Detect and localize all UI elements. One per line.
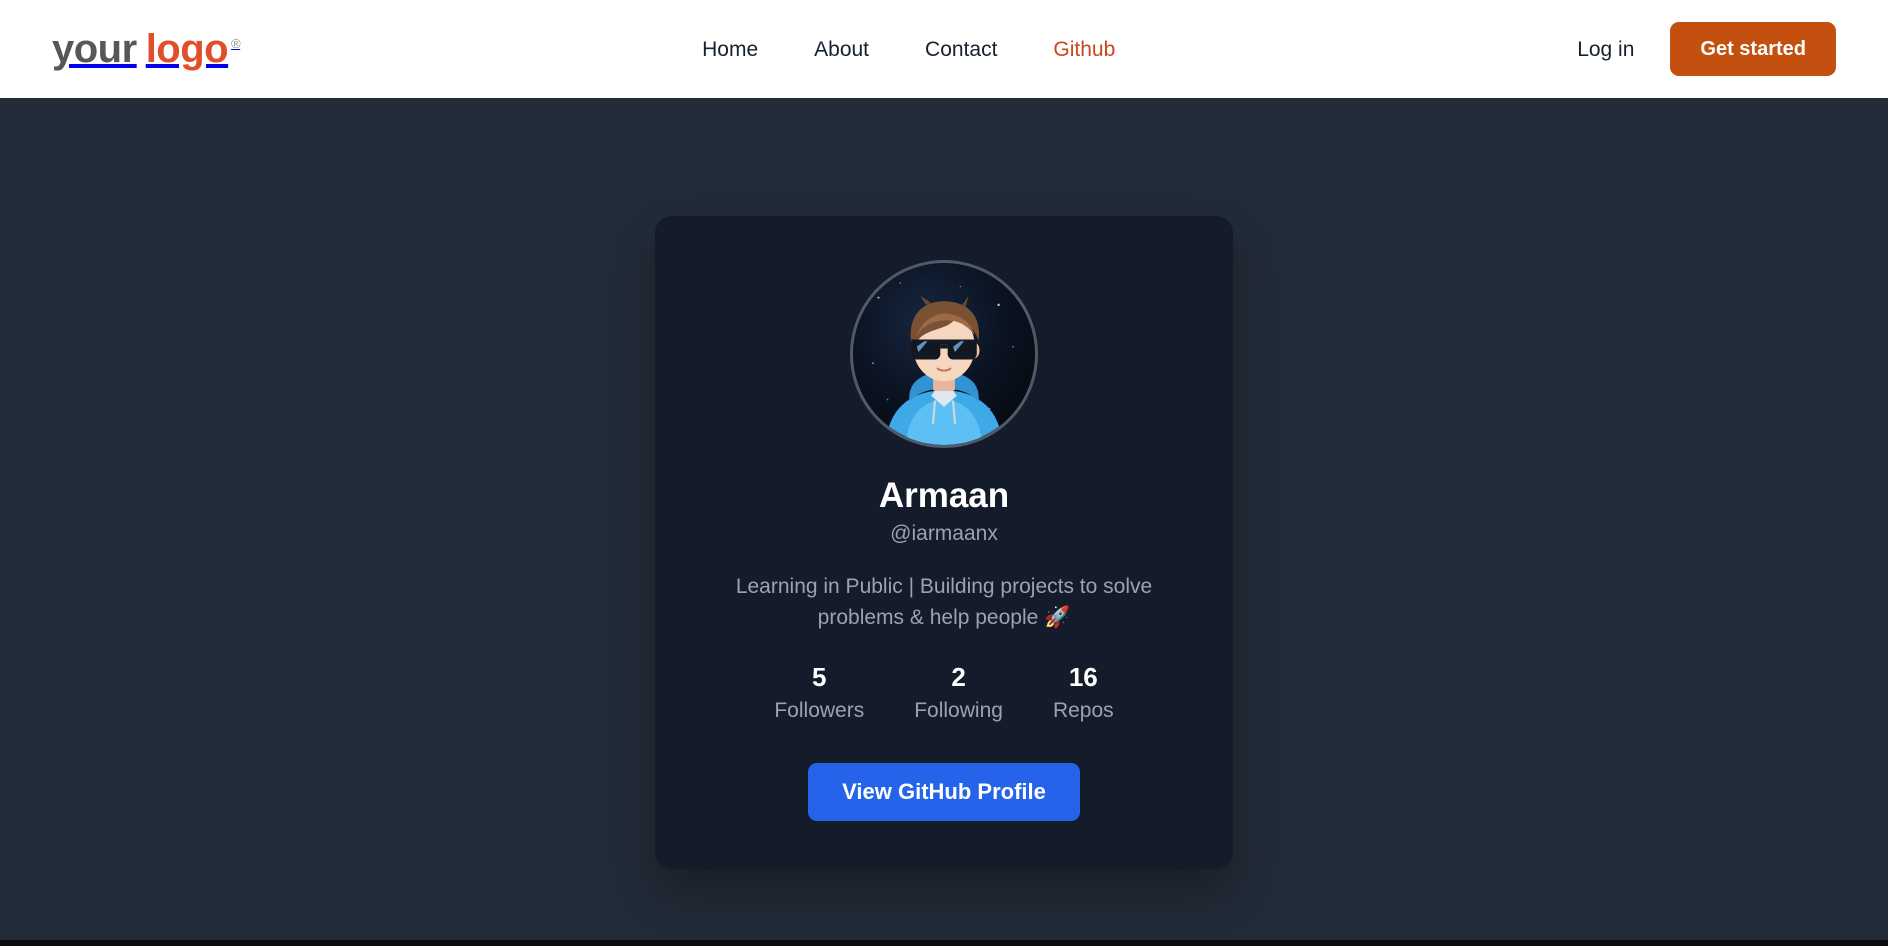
login-link[interactable]: Log in bbox=[1577, 39, 1634, 60]
nav-link-github[interactable]: Github bbox=[1053, 39, 1115, 60]
get-started-button[interactable]: Get started bbox=[1670, 22, 1836, 76]
nav-link-home[interactable]: Home bbox=[702, 39, 758, 60]
profile-display-name: Armaan bbox=[878, 476, 1010, 515]
stat-followers[interactable]: 5 Followers bbox=[774, 661, 864, 723]
primary-navigation: Home About Contact Github bbox=[240, 39, 1577, 60]
top-navbar: your logo ® Home About Contact Github Lo… bbox=[0, 0, 1888, 98]
logo-text-primary: your bbox=[52, 27, 137, 71]
profile-username: @iarmaanx bbox=[890, 522, 998, 546]
stat-followers-value: 5 bbox=[812, 662, 827, 693]
profile-stats: 5 Followers 2 Following 16 Repos bbox=[774, 661, 1113, 723]
profile-avatar bbox=[850, 260, 1038, 448]
profile-bio: Learning in Public | Building projects t… bbox=[735, 575, 1153, 629]
hero-section: Armaan @iarmaanx Learning in Public | Bu… bbox=[0, 98, 1888, 946]
nav-link-contact[interactable]: Contact bbox=[925, 39, 997, 60]
stat-followers-label: Followers bbox=[774, 698, 865, 722]
page-bottom-edge bbox=[0, 940, 1888, 946]
site-logo[interactable]: your logo ® bbox=[52, 27, 241, 71]
stat-following[interactable]: 2 Following bbox=[914, 661, 1003, 723]
logo-text-accent: logo bbox=[145, 27, 229, 71]
registered-trademark-icon: ® bbox=[231, 36, 241, 51]
page-root: your logo ® Home About Contact Github Lo… bbox=[0, 0, 1888, 946]
stat-repos-value: 16 bbox=[1068, 662, 1098, 693]
stat-repos[interactable]: 16 Repos bbox=[1053, 661, 1114, 723]
stat-repos-label: Repos bbox=[1052, 698, 1114, 722]
github-profile-card: Armaan @iarmaanx Learning in Public | Bu… bbox=[655, 216, 1233, 869]
nav-link-about[interactable]: About bbox=[814, 39, 869, 60]
view-github-profile-button[interactable]: View GitHub Profile bbox=[808, 763, 1080, 821]
stat-following-label: Following bbox=[914, 698, 1003, 722]
stat-following-value: 2 bbox=[951, 662, 966, 693]
navbar-actions: Log in Get started bbox=[1577, 22, 1836, 76]
